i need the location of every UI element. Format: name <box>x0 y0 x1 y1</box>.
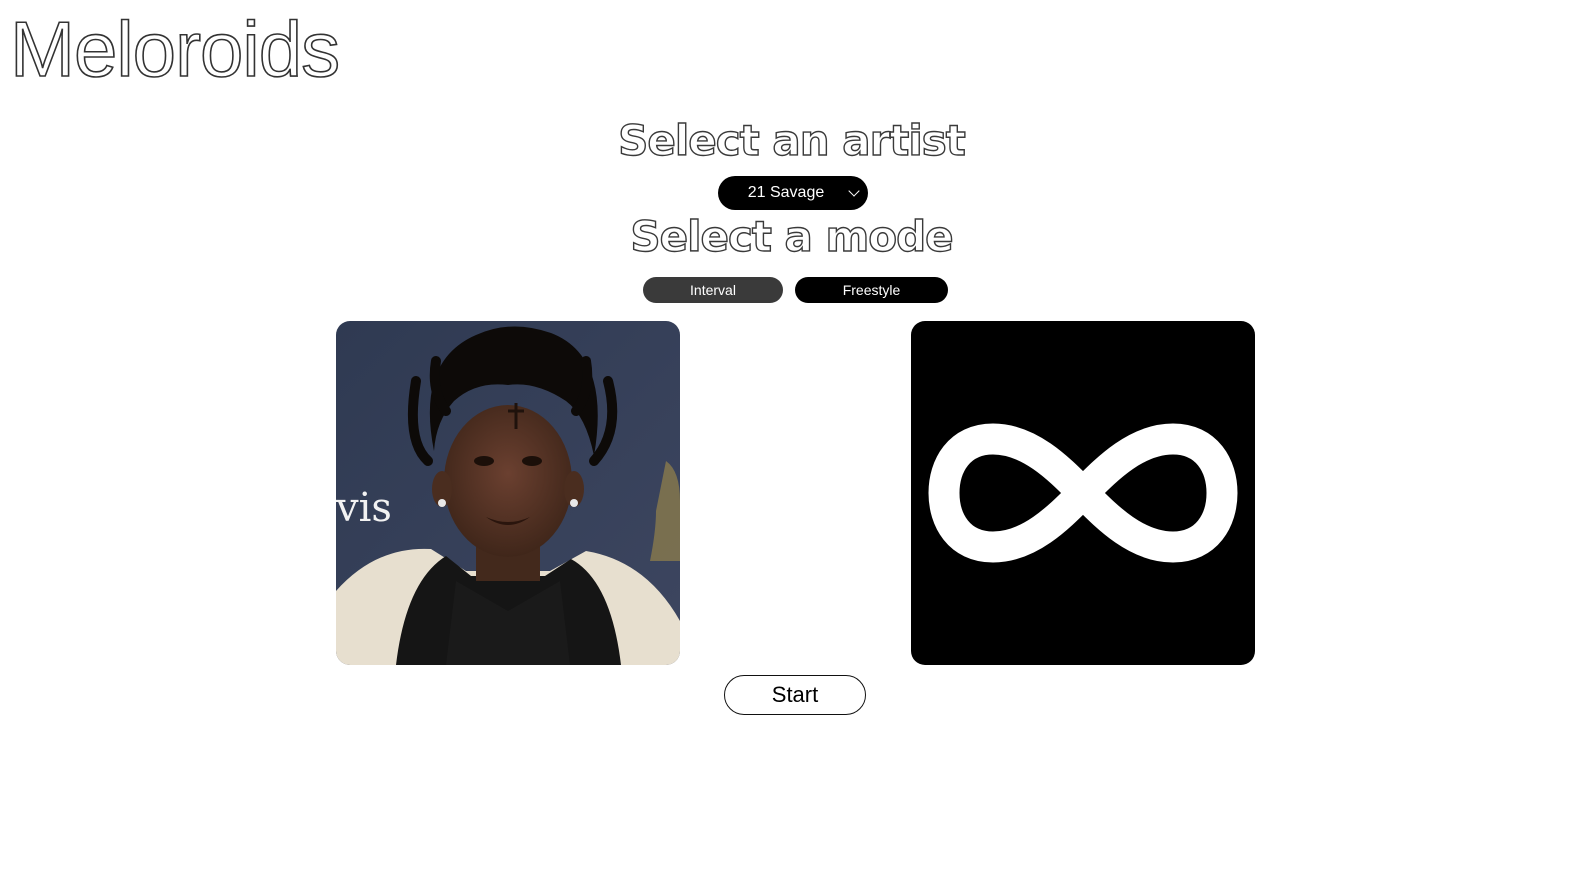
select-artist-heading: Select an artist <box>617 116 966 165</box>
artist-image-card[interactable]: vis <box>336 321 680 665</box>
app-title: Meloroids <box>9 5 341 93</box>
infinity-icon <box>928 423 1238 563</box>
freestyle-mode-card[interactable] <box>911 321 1255 665</box>
artist-select-value: 21 Savage <box>747 184 825 201</box>
mode-button-interval[interactable]: Interval <box>643 277 783 303</box>
artist-photo: vis <box>336 321 680 665</box>
background-text: vis <box>336 485 392 531</box>
mode-button-freestyle[interactable]: Freestyle <box>795 277 948 303</box>
start-button[interactable]: Start <box>724 675 866 715</box>
artist-select[interactable]: 21 Savage <box>718 176 868 210</box>
select-mode-heading: Select a mode <box>630 212 955 261</box>
chevron-down-icon <box>848 185 860 197</box>
